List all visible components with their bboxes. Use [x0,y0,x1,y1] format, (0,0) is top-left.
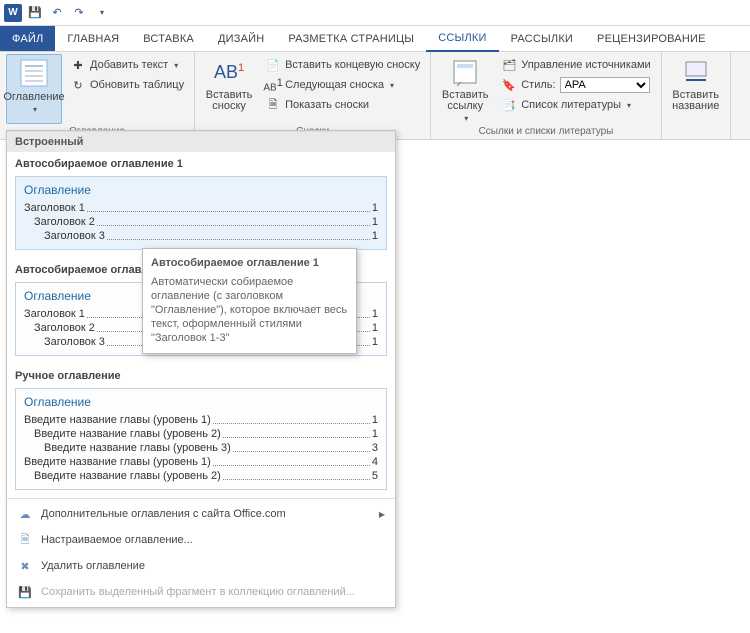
tooltip-auto1: Автособираемое оглавление 1 Автоматическ… [142,248,357,354]
show-notes-icon: 🗎 [265,97,281,113]
insert-footnote-button[interactable]: AB1 Вставить сноску [201,54,257,124]
group-label-captions [668,124,724,139]
citation-icon [449,56,481,88]
redo-icon: ↷ [74,6,83,19]
tab-file[interactable]: ФАЙЛ [0,26,55,51]
gallery-item-auto1-title: Автособираемое оглавление 1 [7,152,395,172]
gallery-item-manual[interactable]: Оглавление Введите название главы (урове… [15,388,387,490]
style-dropdown[interactable]: APA [560,77,650,93]
next-footnote-button[interactable]: AB1Следующая сноска▾ [261,76,424,94]
chevron-down-icon: ▾ [464,114,468,123]
caption-icon [680,56,712,88]
save-selection-icon: 💾 [17,584,33,600]
chevron-down-icon: ▾ [390,81,394,90]
tab-home[interactable]: ГЛАВНАЯ [55,26,131,51]
manage-sources-icon: 🗂 [501,57,517,73]
preview-toc-heading: Оглавление [24,183,378,197]
add-text-button[interactable]: ✚Добавить текст▾ [66,56,188,74]
insert-caption-button[interactable]: Вставить название [668,54,724,124]
preview-toc-heading: Оглавление [24,395,378,409]
tab-layout[interactable]: РАЗМЕТКА СТРАНИЦЫ [276,26,426,51]
cloud-icon: ☁ [17,506,33,522]
qat-customize[interactable]: ▾ [92,4,110,22]
custom-toc-icon: 🗎 [17,532,33,548]
add-text-icon: ✚ [70,57,86,73]
show-notes-button[interactable]: 🗎Показать сноски [261,96,424,114]
footnote-icon: AB1 [213,56,245,88]
chevron-down-icon: ▾ [33,105,37,114]
word-app-icon: W [4,4,22,22]
qat-undo[interactable]: ↶ [48,4,66,22]
tooltip-title: Автособираемое оглавление 1 [151,257,348,269]
chevron-down-icon: ▾ [174,61,178,70]
menu-remove-toc[interactable]: ✖Удалить оглавление [7,553,395,579]
toc-gallery-dropdown: Встроенный Автособираемое оглавление 1 О… [6,130,396,608]
biblio-icon: 📑 [501,97,517,113]
chevron-right-icon: ▶ [379,510,385,519]
toc-icon [18,57,50,89]
gallery-item-auto1[interactable]: Оглавление Заголовок 11 Заголовок 21 Заг… [15,176,387,250]
qat-redo[interactable]: ↷ [70,4,88,22]
menu-save-selection: 💾Сохранить выделенный фрагмент в коллекц… [7,579,395,605]
tab-references[interactable]: ССЫЛКИ [426,26,498,52]
tab-mailings[interactable]: РАССЫЛКИ [499,26,585,51]
endnote-icon: 📄 [265,57,281,73]
undo-icon: ↶ [52,6,61,19]
gallery-section-builtin: Встроенный [7,131,395,152]
insert-citation-button[interactable]: Вставить ссылку ▾ [437,54,493,124]
menu-more-office[interactable]: ☁Дополнительные оглавления с сайта Offic… [7,501,395,527]
tooltip-body: Автоматически собираемое оглавление (с з… [151,275,348,345]
toc-dropdown-button[interactable]: Оглавление ▾ [6,54,62,124]
bibliography-button[interactable]: 📑Список литературы▾ [497,96,654,114]
save-icon: 💾 [28,6,42,19]
tab-review[interactable]: РЕЦЕНЗИРОВАНИЕ [585,26,718,51]
update-icon: ↻ [70,77,86,93]
tab-insert[interactable]: ВСТАВКА [131,26,206,51]
toc-label: Оглавление [3,91,64,103]
manage-sources-button[interactable]: 🗂Управление источниками [497,56,654,74]
next-footnote-icon: AB1 [265,77,281,93]
update-table-button[interactable]: ↻Обновить таблицу [66,76,188,94]
qat-save[interactable]: 💾 [26,4,44,22]
tab-design[interactable]: ДИЗАЙН [206,26,276,51]
gallery-item-manual-title: Ручное оглавление [7,364,395,384]
remove-toc-icon: ✖ [17,558,33,574]
chevron-down-icon: ▾ [627,101,631,110]
insert-endnote-button[interactable]: 📄Вставить концевую сноску [261,56,424,74]
style-icon: 🔖 [501,77,517,93]
chevron-down-icon: ▾ [100,8,104,17]
menu-custom-toc[interactable]: 🗎Настраиваемое оглавление... [7,527,395,553]
citation-style-select[interactable]: 🔖Стиль: APA [497,76,654,94]
group-label-citations: Ссылки и списки литературы [437,124,654,139]
